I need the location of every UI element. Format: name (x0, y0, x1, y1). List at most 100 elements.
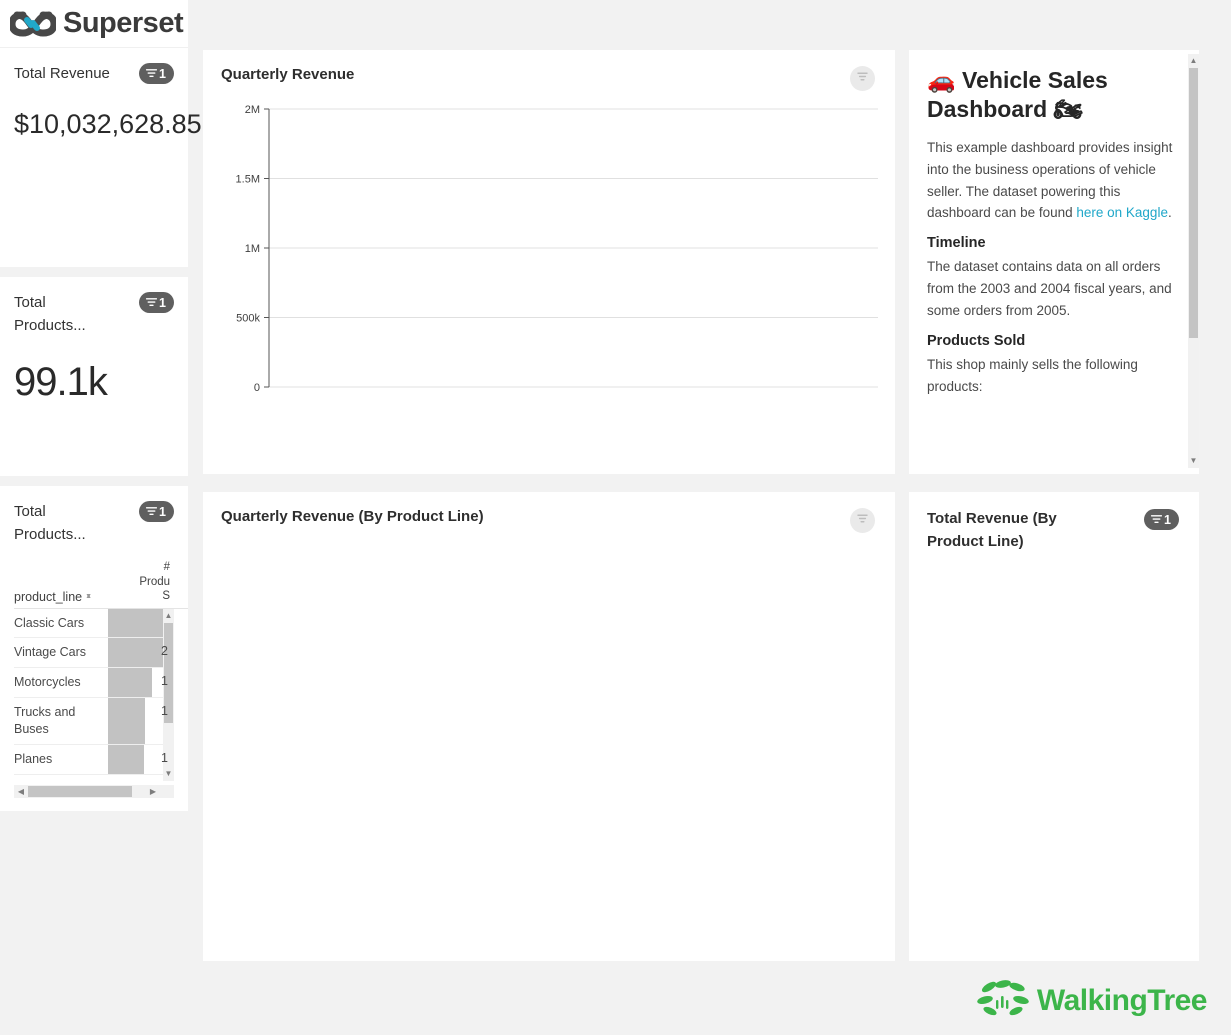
table-body: Classic Cars Vintage Cars 2 Motorcycles 1 Tru… (14, 608, 174, 781)
cell-product-line: Vintage Cars (14, 645, 87, 660)
scrollbar-thumb[interactable] (28, 785, 132, 797)
filter-count: 1 (1164, 512, 1171, 527)
markdown-intro-paragraph: This example dashboard provides insight … (927, 137, 1173, 224)
filter-badge[interactable]: 1 (139, 63, 174, 84)
panel-total-revenue-by-product-line: Total Revenue (By Product Line) 1 (909, 492, 1199, 961)
filter-badge[interactable]: 1 (1144, 509, 1179, 530)
walkingtree-leaves-icon (977, 978, 1029, 1023)
card-header: Total Products... 1 (0, 277, 188, 338)
column-header-product-line[interactable]: product_line ▲ ▼ (14, 590, 108, 604)
cell-product-line: Trucks and Buses (14, 705, 76, 736)
scrollbar-thumb[interactable] (1189, 68, 1198, 338)
table-row[interactable]: Planes 1 (14, 744, 174, 775)
cell-product-line: Motorcycles (14, 675, 81, 690)
total-products-value: 99.1k (14, 359, 108, 404)
filter-count: 1 (159, 504, 166, 519)
caret-left-icon[interactable]: ◀ (14, 785, 28, 798)
markdown-body: 🚗 Vehicle Sales Dashboard 🏍 This example… (909, 50, 1199, 474)
caret-right-icon[interactable]: ▶ (146, 785, 160, 798)
cell-bar (108, 698, 145, 744)
markdown-scrollbar[interactable]: ▲ ▼ (1188, 54, 1199, 468)
table-row[interactable]: Classic Cars (14, 608, 174, 639)
walkingtree-logo-text: WalkingTree (1036, 983, 1208, 1017)
panel-title: Quarterly Revenue (221, 66, 355, 83)
cell-value: 2 (161, 644, 168, 659)
card-header: Total Products... 1 (0, 486, 188, 547)
cell-product-line: Classic Cars (14, 615, 85, 630)
filter-icon (856, 70, 869, 88)
y-tick-label: 500k (236, 313, 260, 325)
cell-value: 1 (161, 704, 168, 719)
intro-text-after-link: . (1167, 205, 1172, 221)
filter-icon (145, 296, 158, 309)
caret-up-icon[interactable]: ▲ (163, 609, 174, 623)
superset-logo[interactable]: Superset (10, 7, 184, 40)
cell-bar (108, 744, 145, 774)
filter-badge[interactable]: 1 (139, 501, 174, 522)
product-line-table: product_line ▲ ▼ # Produ S Classic Cars Vi… (0, 547, 188, 798)
card-total-revenue[interactable]: Total Revenue 1 $10,032,628.85 (0, 48, 202, 267)
panel-filter-button[interactable] (850, 508, 875, 533)
cell-value: 1 (161, 674, 168, 689)
y-tick-label: 0 (254, 382, 260, 394)
panel-title: Quarterly Revenue (By Product Line) (221, 508, 484, 525)
filter-count: 1 (159, 66, 166, 81)
markdown-products-paragraph: This shop mainly sells the following pro… (927, 356, 1138, 394)
markdown-heading: 🚗 Vehicle Sales Dashboard 🏍 (927, 66, 1173, 125)
card-title: Total Products... (14, 294, 86, 335)
table-header-row: product_line ▲ ▼ # Produ S (14, 557, 188, 609)
filter-icon (145, 505, 158, 518)
table-row[interactable]: Motorcycles 1 (14, 668, 174, 699)
red-car-emoji: 🚗 (927, 67, 956, 93)
kaggle-link[interactable]: here on Kaggle (1076, 205, 1168, 220)
filter-count: 1 (159, 295, 166, 310)
panel-header: Quarterly Revenue (203, 50, 895, 91)
superset-infinity-logo-icon (10, 11, 56, 37)
panel-dashboard-description: 🚗 Vehicle Sales Dashboard 🏍 This example… (909, 50, 1199, 474)
column-label: product_line (14, 589, 83, 604)
card-title: Total Revenue (14, 65, 110, 82)
filter-icon (856, 512, 869, 530)
total-revenue-donut-chart[interactable] (909, 553, 1199, 953)
panel-filter-button[interactable] (850, 66, 875, 91)
card-total-products[interactable]: Total Products... 1 99.1k (0, 277, 188, 476)
cell-product-line: Planes (14, 751, 53, 766)
cell-bar (108, 668, 152, 698)
total-revenue-value: $10,032,628.85 (14, 109, 202, 140)
cell-value: 1 (161, 750, 168, 765)
quarterly-revenue-chart[interactable]: 0 500k 1M 1.5M 2M (203, 91, 895, 461)
table-horizontal-scrollbar[interactable]: ◀ ▶ (14, 784, 174, 798)
y-tick-label: 1.5M (236, 174, 260, 186)
dashboard-page: Superset Total Revenue 1 $10,032,628.85 … (0, 0, 1231, 1035)
brand-header: Superset (0, 0, 188, 48)
panel-header: Total Revenue (By Product Line) 1 (909, 492, 1199, 553)
sidebar: Superset Total Revenue 1 $10,032,628.85 … (0, 0, 202, 1035)
panel-title: Total Revenue (By Product Line) (927, 510, 1057, 550)
filter-icon (1150, 513, 1163, 526)
caret-up-icon[interactable]: ▲ (1188, 54, 1199, 68)
panel-header: Quarterly Revenue (By Product Line) (203, 492, 895, 533)
card-total-products-table[interactable]: Total Products... 1 product_line ▲ ▼ # P… (0, 486, 188, 811)
table-row[interactable]: Vintage Cars 2 (14, 638, 174, 669)
y-tick-label: 2M (245, 104, 260, 116)
panel-quarterly-revenue: Quarterly Revenue 0 500k 1M 1.5M 2M (203, 50, 895, 474)
card-title: Total Products... (14, 503, 86, 544)
column-label-line1: # (163, 561, 170, 574)
table-row[interactable]: Trucks and Buses 1 (14, 698, 174, 745)
walkingtree-footer-logo: WalkingTree (977, 978, 1208, 1023)
quarterly-revenue-by-product-line-chart[interactable] (203, 533, 895, 963)
card-header: Total Revenue 1 (0, 48, 188, 85)
markdown-subheading-products: Products Sold (927, 332, 1026, 349)
y-tick-label: 1M (245, 243, 260, 255)
motorcycle-emoji: 🏍 (1053, 96, 1083, 123)
filter-badge[interactable]: 1 (139, 292, 174, 313)
markdown-timeline-paragraph: The dataset contains data on all orders … (927, 259, 1172, 319)
caret-down-icon[interactable]: ▼ (163, 767, 174, 781)
column-label-line2: Produ (139, 575, 170, 588)
brand-name: Superset (63, 7, 184, 39)
markdown-subheading-timeline: Timeline (927, 235, 986, 252)
filter-icon (145, 67, 158, 80)
caret-down-icon[interactable]: ▼ (1188, 454, 1199, 468)
panel-quarterly-revenue-by-product-line: Quarterly Revenue (By Product Line) (203, 492, 895, 961)
column-header-products-sold[interactable]: # Produ S (108, 560, 174, 603)
